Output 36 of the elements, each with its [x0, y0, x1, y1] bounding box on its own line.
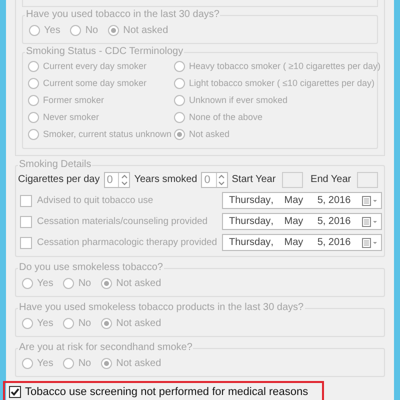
radio-label: No — [78, 278, 92, 288]
radio-label: Smoker, current status unknown — [43, 130, 172, 139]
radio-label: Current every day smoker — [43, 62, 147, 71]
group-title: Smoking Details — [18, 160, 92, 170]
radio-label: Never smoker — [43, 113, 100, 122]
radio-label: Current some day smoker — [43, 79, 147, 88]
field-label: Years smoked — [134, 175, 198, 185]
radio-label: No — [78, 318, 92, 328]
radio-label: Unknown if ever smoked — [189, 96, 288, 105]
radio-label: Former smoker — [43, 96, 104, 105]
group-title: Have you used smokeless tobacco products in the last 30 days? — [18, 303, 305, 313]
radio-label: No — [78, 358, 92, 368]
checkbox-label: Tobacco use screening not performed for medical reasons — [25, 386, 308, 398]
field-label: Cigarettes per day — [18, 175, 100, 185]
group-title: Are you at risk for secondhand smoke? — [18, 343, 194, 353]
radio-label: No — [85, 26, 98, 36]
radio-label: None of the above — [189, 113, 263, 122]
field-label: Start Year — [232, 175, 276, 185]
radio-label: Yes — [37, 278, 54, 288]
checkbox-label: Cessation materials/counseling provided — [37, 216, 208, 226]
radio-label: Not asked — [116, 358, 162, 368]
radio-label: Not asked — [116, 318, 162, 328]
checkbox-label: Cessation pharmacologic therapy provided — [37, 238, 218, 248]
checkbox-label: Advised to quit tobacco use — [37, 196, 154, 206]
radio-label: Not asked — [116, 278, 162, 288]
group-title: Have you used tobacco in the last 30 days? — [25, 10, 220, 20]
field-label: End Year — [310, 175, 352, 185]
radio-label: Not asked — [189, 130, 230, 139]
radio-label: Not asked — [123, 26, 168, 36]
radio-label: Heavy tobacco smoker ( ≥10 cigarettes per day) — [189, 62, 381, 71]
radio-label: Yes — [37, 318, 54, 328]
group-title: Smoking Status - CDC Terminology — [25, 47, 184, 57]
radio-label: Yes — [44, 26, 60, 36]
group-title: Do you use smokeless tobacco? — [18, 263, 164, 273]
radio-label: Yes — [37, 358, 54, 368]
radio-label: Light tobacco smoker ( ≤10 cigarettes per day) — [189, 79, 375, 88]
